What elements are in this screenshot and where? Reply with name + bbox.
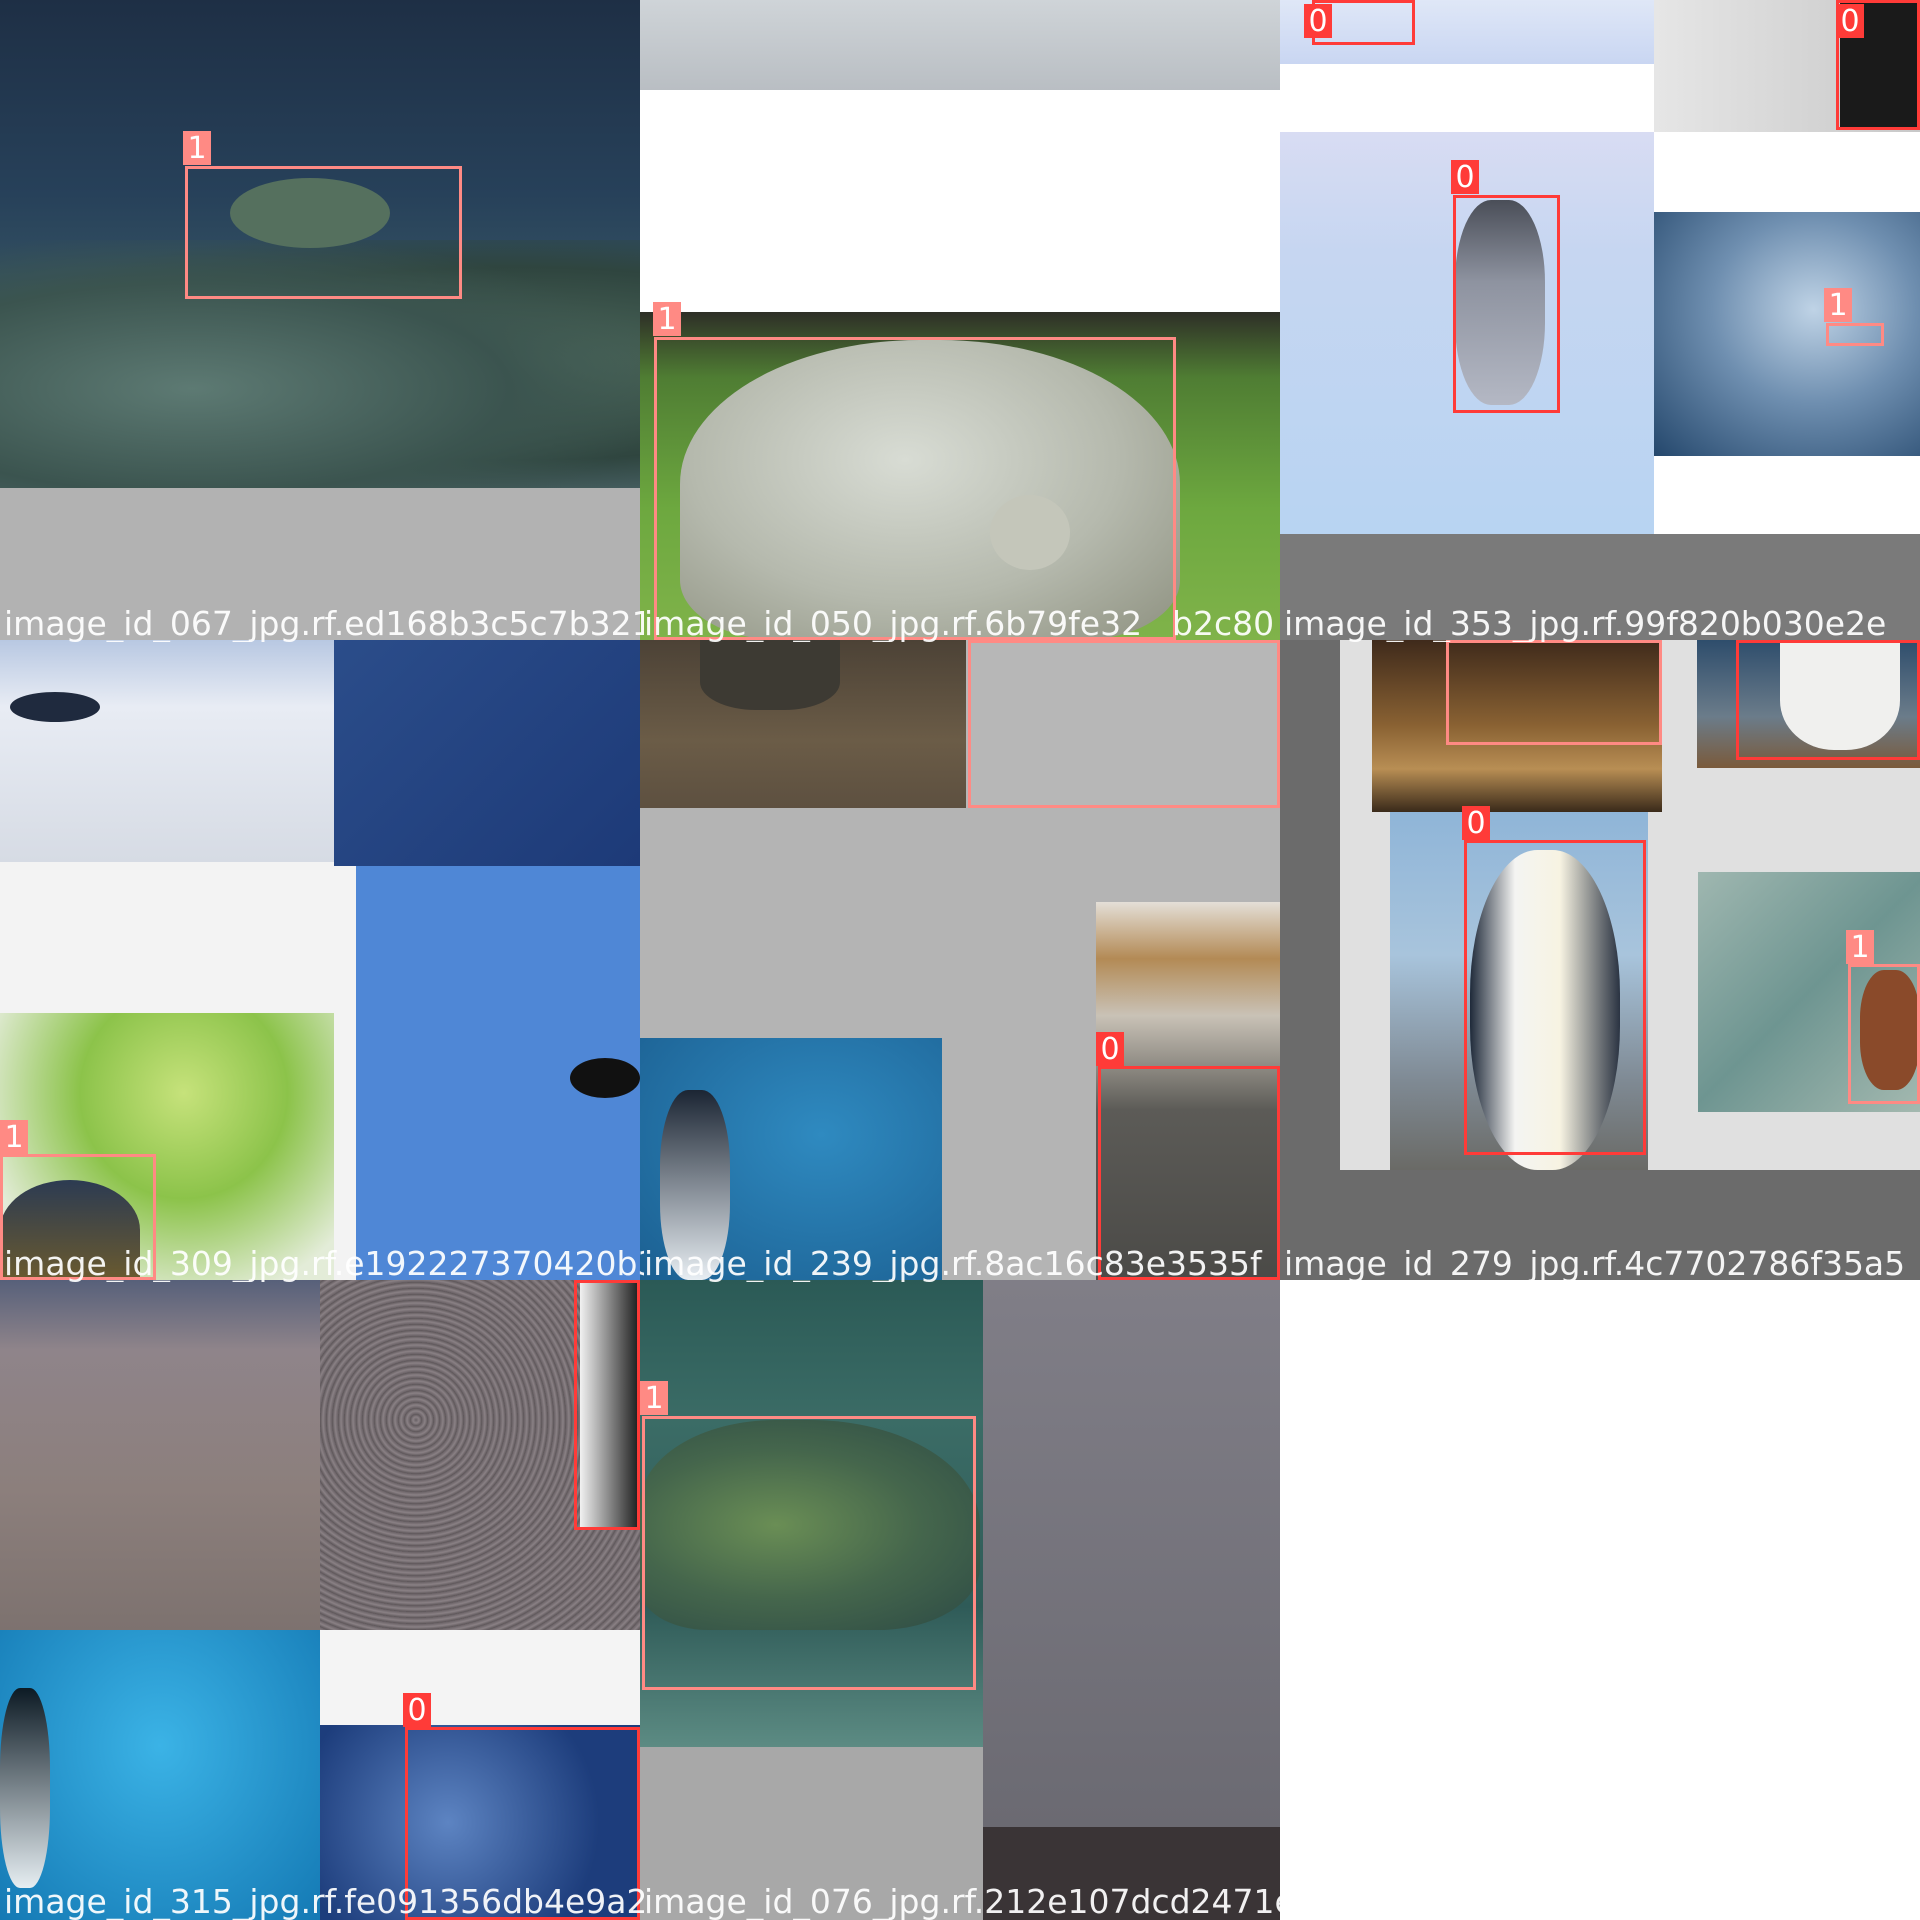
penguin-head (0, 1688, 50, 1888)
penguin-class-tag-water: 0 (403, 1693, 431, 1728)
white-gap-lower (1654, 456, 1920, 534)
green-turtle-box (642, 1416, 976, 1690)
tortoise-class-tag: 1 (653, 302, 681, 337)
tile-1-caption: image_id_067_jpg.rf.ed168b3c5c7b321 (4, 606, 644, 642)
gray-snow-photo (983, 1280, 1280, 1827)
turtle-box-gray (968, 640, 1280, 808)
green-turtle-class-tag: 1 (640, 1381, 668, 1416)
turtle-box-rock (1446, 640, 1662, 745)
mosaic-tile-4: 1 (0, 640, 640, 1280)
sea-turtle-box (1848, 964, 1920, 1104)
turtle-box (185, 166, 462, 299)
tile-8-caption: image_id_076_jpg.rf.212e107dcd2471e610a6 (644, 1884, 1400, 1920)
tile-4-caption: image_id_309_jpg.rf.e192227370420b3afe (4, 1246, 644, 1282)
mosaic-tile-5: 1 0 (640, 640, 1280, 1280)
tile-6-caption: image_id_279_jpg.rf.4c7702786f35a5 (1284, 1246, 1906, 1282)
tortoise-box (654, 337, 1176, 640)
dark-rock (10, 692, 100, 722)
mosaic-tile-3: 0 0 0 1 (1280, 0, 1920, 640)
mosaic-tile-7: 0 0 (0, 1280, 640, 1920)
mosaic-tile-8: 1 (640, 1280, 1280, 1920)
sea-turtle-class-tag: 1 (1846, 930, 1874, 965)
tile-3-caption: image_id_353_jpg.rf.99f820b030e2e (1284, 606, 1887, 642)
penguin-chick-class-tag: 0 (1451, 160, 1479, 195)
penguin-chick-box (1453, 195, 1560, 413)
penguin-beak (570, 1058, 640, 1098)
penguin-class-tag-rocks: 0 (1096, 1032, 1124, 1067)
white-gap (1280, 64, 1654, 132)
turtle-class-tag: 1 (183, 131, 211, 166)
penguin-box-feet (1736, 640, 1920, 760)
tile-5-caption: image_id_239_jpg.rf.8ac16c83e3535f (644, 1246, 1262, 1282)
tortoise-legs (700, 640, 840, 710)
mosaic-tile-1: 1 (0, 0, 640, 640)
box-turtle-class-tag: 1 (0, 1120, 28, 1155)
small-turtle-class-tag: 1 (1824, 288, 1852, 323)
mosaic-tile-2: 1 (640, 0, 1280, 640)
tile-2-caption-tail: b2c80 (1172, 606, 1275, 642)
tile-7-caption: image_id_315_jpg.rf.fe091356db4e9a2697e5 (4, 1884, 644, 1920)
small-turtle-box (1826, 323, 1884, 346)
snow-strip (640, 0, 1280, 90)
tile-2-caption: image_id_050_jpg.rf.6b79fe32 (644, 606, 1143, 642)
blue-water-photo (334, 640, 640, 866)
beach-photo (0, 1280, 320, 1630)
snow-beach-photo (0, 640, 334, 862)
king-penguin-box (1464, 840, 1646, 1155)
penguin-class-tag-topleft: 0 (1304, 4, 1332, 39)
penguin-box-edge (574, 1280, 640, 1530)
mosaic-tile-6: 1 0 0 1 (1280, 640, 1920, 1280)
king-penguin-class-tag: 0 (1462, 806, 1490, 841)
white-gap-right (1654, 132, 1920, 212)
penguin-class-tag-topright: 0 (1836, 4, 1864, 39)
